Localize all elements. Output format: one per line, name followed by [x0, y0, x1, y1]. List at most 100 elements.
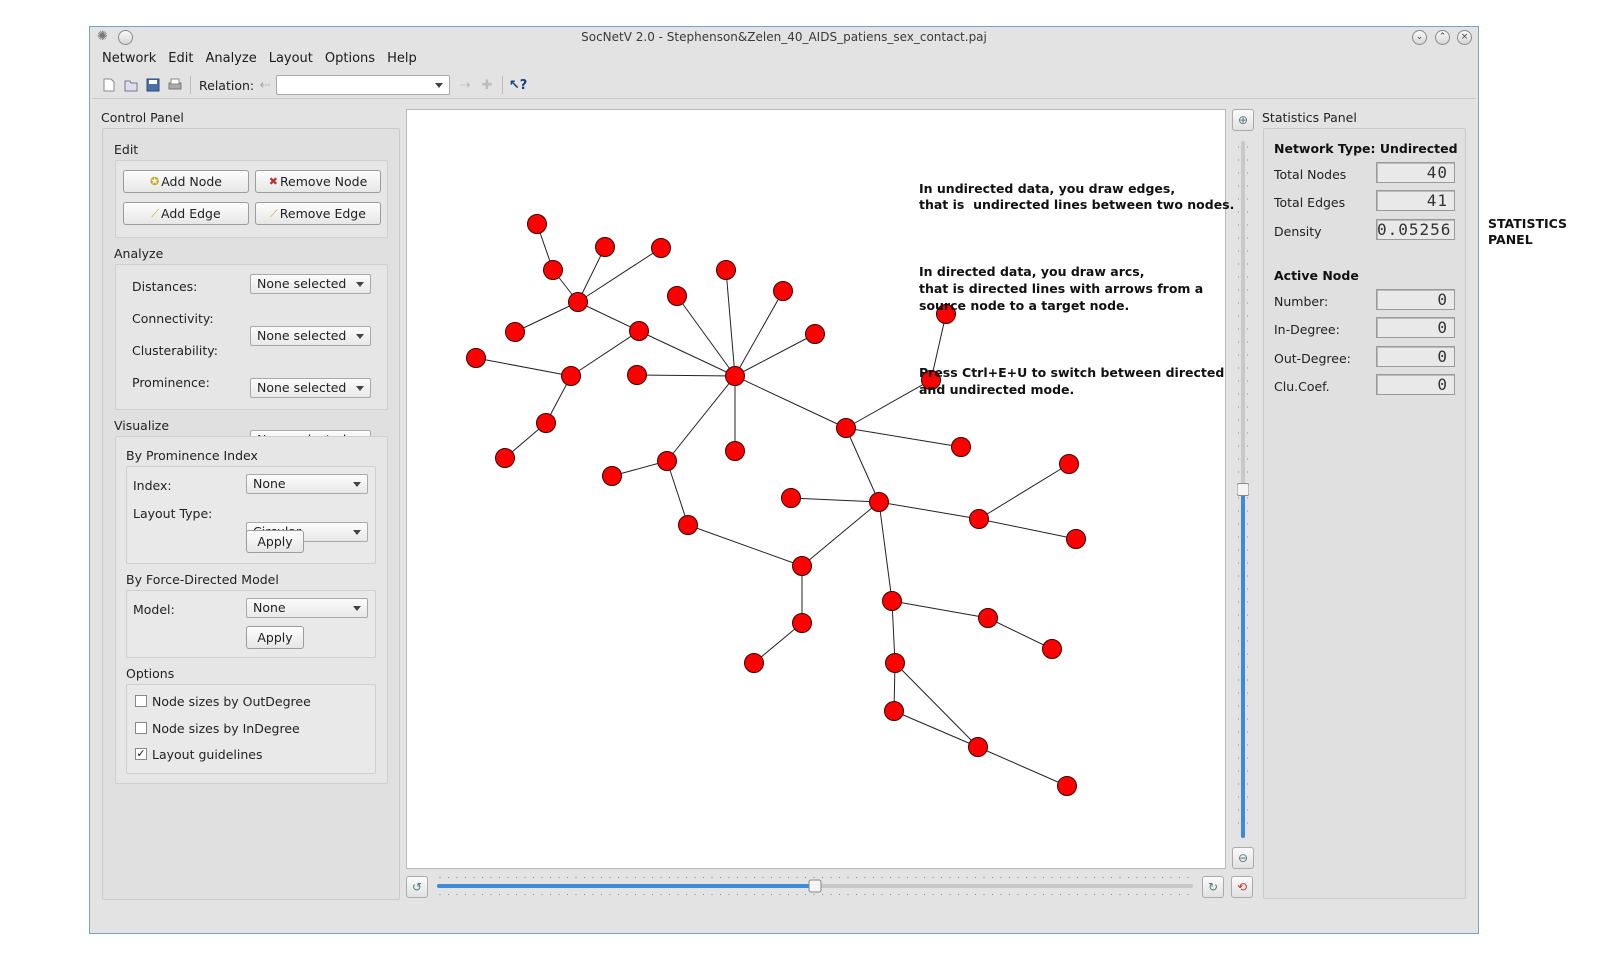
save-icon[interactable] — [142, 74, 164, 96]
graph-node[interactable] — [651, 238, 671, 258]
add-edge-button[interactable]: ⟋ Add Edge — [123, 202, 249, 225]
minimize-button[interactable]: ⌄ — [1412, 30, 1427, 45]
graph-edge[interactable] — [978, 463, 1070, 520]
graph-node[interactable] — [505, 322, 525, 342]
menu-analyze[interactable]: Analyze — [199, 50, 262, 70]
graph-node[interactable] — [884, 701, 904, 721]
graph-node[interactable] — [869, 492, 889, 512]
graph-node[interactable] — [968, 737, 988, 757]
graph-edge[interactable] — [977, 746, 1068, 787]
graph-node[interactable] — [792, 556, 812, 576]
graph-edge[interactable] — [725, 269, 736, 377]
graph-node[interactable] — [885, 653, 905, 673]
whats-this-help-icon[interactable]: ↖? — [507, 74, 529, 96]
reset-view-button[interactable]: ⟲ — [1231, 876, 1253, 898]
graph-node[interactable] — [744, 653, 764, 673]
node-sizes-outdegree-checkbox[interactable] — [135, 695, 147, 707]
graph-edge[interactable] — [676, 295, 736, 377]
graph-edge[interactable] — [734, 375, 847, 429]
graph-node[interactable] — [781, 488, 801, 508]
menu-network[interactable]: Network — [96, 50, 162, 70]
graph-node[interactable] — [678, 515, 698, 535]
open-file-icon[interactable] — [120, 74, 142, 96]
print-icon[interactable] — [164, 74, 186, 96]
close-button[interactable]: × — [1457, 30, 1472, 45]
graph-edge[interactable] — [570, 330, 640, 377]
new-file-icon[interactable] — [98, 74, 120, 96]
graph-node[interactable] — [495, 448, 515, 468]
graph-node[interactable] — [629, 321, 649, 341]
graph-node[interactable] — [536, 413, 556, 433]
graph-node[interactable] — [792, 613, 812, 633]
graph-node[interactable] — [1059, 454, 1079, 474]
rotate-left-button[interactable]: ↺ — [406, 876, 428, 898]
graph-edge[interactable] — [845, 427, 880, 503]
layout-guidelines-checkbox[interactable]: ✓ — [135, 748, 147, 760]
graph-node[interactable] — [773, 281, 793, 301]
distances-select[interactable]: None selected — [250, 274, 371, 294]
graph-node[interactable] — [725, 366, 745, 386]
graph-node[interactable] — [627, 365, 647, 385]
graph-node[interactable] — [836, 418, 856, 438]
rotate-slider-handle[interactable] — [808, 879, 822, 893]
clusterability-select[interactable]: None selected — [250, 378, 371, 398]
next-relation-icon[interactable]: ⇢ — [454, 74, 476, 96]
graph-node[interactable] — [1066, 529, 1086, 549]
node-sizes-indegree-checkbox[interactable] — [135, 722, 147, 734]
graph-edge[interactable] — [893, 710, 979, 748]
graph-edge[interactable] — [878, 501, 893, 602]
graph-node[interactable] — [561, 366, 581, 386]
menu-help[interactable]: Help — [381, 50, 423, 70]
zoom-in-button[interactable]: ⊕ — [1232, 109, 1254, 131]
network-canvas[interactable]: In undirected data, you draw edges, that… — [406, 109, 1234, 869]
remove-node-button[interactable]: ✖ Remove Node — [255, 170, 381, 193]
graph-edge[interactable] — [636, 374, 736, 377]
zoom-slider[interactable] — [1237, 137, 1249, 842]
graph-edge[interactable] — [475, 357, 572, 377]
graph-node[interactable] — [805, 324, 825, 344]
model-select[interactable]: None — [246, 598, 368, 618]
graph-edge[interactable] — [638, 330, 736, 377]
graph-node[interactable] — [978, 608, 998, 628]
add-node-button[interactable]: ✪ Add Node — [123, 170, 249, 193]
menu-edit[interactable]: Edit — [162, 50, 199, 70]
graph-edge[interactable] — [987, 617, 1053, 650]
graph-edge[interactable] — [790, 497, 880, 503]
graph-edge[interactable] — [577, 247, 662, 303]
graph-node[interactable] — [527, 214, 547, 234]
connectivity-select[interactable]: None selected — [250, 326, 371, 346]
graph-node[interactable] — [882, 591, 902, 611]
menu-options[interactable]: Options — [319, 50, 381, 70]
maximize-button[interactable]: ⌃ — [1435, 30, 1450, 45]
relation-select[interactable] — [276, 75, 451, 95]
rotate-right-button[interactable]: ↻ — [1202, 876, 1224, 898]
graph-node[interactable] — [568, 292, 588, 312]
graph-node[interactable] — [466, 348, 486, 368]
graph-edge[interactable] — [891, 600, 989, 619]
graph-edge[interactable] — [894, 662, 979, 748]
rotate-slider[interactable] — [435, 876, 1195, 896]
graph-node[interactable] — [667, 286, 687, 306]
zoom-slider-handle[interactable] — [1237, 483, 1249, 496]
add-relation-icon[interactable]: ✚ — [476, 74, 498, 96]
index-select[interactable]: None — [246, 474, 368, 494]
graph-node[interactable] — [969, 509, 989, 529]
graph-edge[interactable] — [687, 524, 803, 567]
previous-relation-icon[interactable]: ⇠ — [254, 74, 276, 96]
remove-edge-button[interactable]: ⟋ Remove Edge — [255, 202, 381, 225]
apply-prominence-button[interactable]: Apply — [246, 530, 304, 553]
graph-edge[interactable] — [666, 460, 689, 526]
graph-node[interactable] — [725, 441, 745, 461]
graph-node[interactable] — [595, 237, 615, 257]
graph-node[interactable] — [602, 466, 622, 486]
menu-layout[interactable]: Layout — [263, 50, 319, 70]
graph-edge[interactable] — [801, 501, 880, 567]
apply-model-button[interactable]: Apply — [246, 626, 304, 649]
graph-edge[interactable] — [666, 375, 736, 462]
graph-node[interactable] — [1057, 776, 1077, 796]
graph-node[interactable] — [657, 451, 677, 471]
graph-edge[interactable] — [878, 501, 980, 520]
graph-edge[interactable] — [978, 518, 1077, 540]
zoom-out-button[interactable]: ⊖ — [1232, 847, 1254, 869]
graph-node[interactable] — [716, 260, 736, 280]
